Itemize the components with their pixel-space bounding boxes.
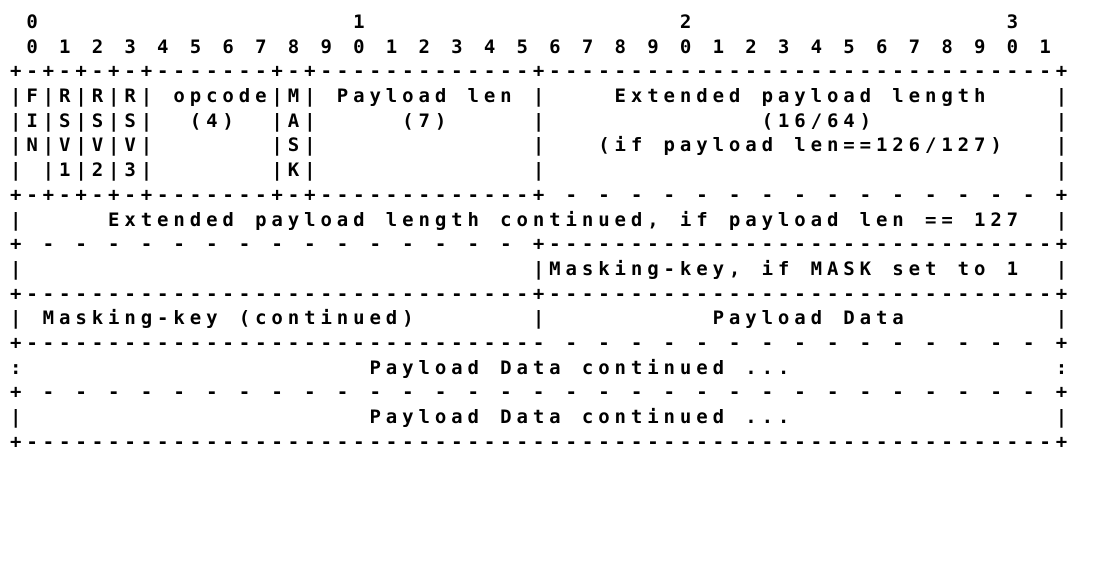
websocket-frame-diagram: 0 1 2 3 0 1 2 3 4 5 6 7 8 9 0 1 2 3 4 5 …: [10, 10, 1086, 454]
